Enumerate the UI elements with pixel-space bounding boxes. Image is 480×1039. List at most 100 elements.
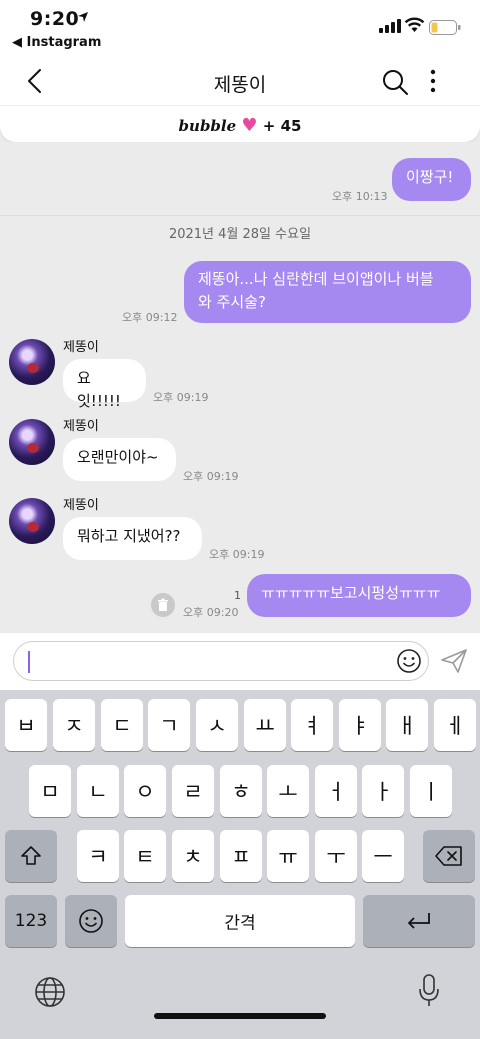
key[interactable]: ㄷ (101, 699, 143, 751)
battery-icon (429, 20, 461, 35)
location-arrow-icon (78, 12, 88, 22)
more-options-icon[interactable] (429, 68, 437, 94)
message-text: 뭐하고 지냈어?? (77, 527, 181, 545)
sender-name: 제똥이 (63, 340, 99, 355)
trash-icon[interactable] (151, 593, 175, 617)
key-label: ㅁ (40, 780, 60, 804)
key[interactable]: ㅔ (434, 699, 476, 751)
send-icon[interactable] (440, 648, 468, 674)
message-input[interactable] (13, 641, 429, 681)
microphone-icon[interactable] (418, 974, 440, 1008)
avatar[interactable] (9, 419, 55, 465)
home-indicator (154, 1013, 326, 1019)
key[interactable]: ㅏ (362, 765, 404, 817)
key-label: ㅊ (183, 845, 203, 869)
status-bar: 9:20 ◀ Instagram (0, 0, 480, 58)
key-label: ㅛ (255, 714, 275, 738)
return-key[interactable] (363, 895, 475, 947)
key[interactable]: ㅗ (267, 765, 309, 817)
key[interactable]: ㅎ (220, 765, 262, 817)
message-bubble-outgoing[interactable]: 이짱구! (392, 158, 471, 201)
key-label: ㅑ (350, 714, 370, 738)
key-label: ㅠ (278, 845, 298, 869)
key-label: ㅜ (326, 845, 346, 869)
key[interactable]: ㅐ (386, 699, 428, 751)
cellular-signal-icon (379, 19, 401, 33)
key[interactable]: ㅕ (291, 699, 333, 751)
message-bubble-outgoing[interactable]: 제똥아...나 심란한데 브이앱이나 버블 와 주시술? (184, 261, 471, 323)
message-time: 오후 09:19 (209, 548, 265, 561)
shift-key[interactable] (5, 830, 57, 882)
key[interactable]: ㄴ (77, 765, 119, 817)
key[interactable]: ㄹ (172, 765, 214, 817)
numbers-key[interactable]: 123 (5, 895, 57, 947)
message-time: 오후 09:12 (122, 311, 178, 324)
heart-icon: ♥ (241, 115, 258, 136)
key-label: ㅡ (373, 845, 393, 869)
message-bubble-incoming[interactable]: 뭐하고 지냈어?? (63, 517, 202, 560)
message-list[interactable]: 오후 10:13 이짱구! 2021년 4월 28일 수요일 오후 09:12 … (0, 142, 480, 633)
clock: 9:20 (30, 8, 80, 30)
message-time: 오후 09:19 (153, 391, 209, 404)
emoji-key[interactable] (65, 895, 117, 947)
message-text: ㅠㅠㅠㅠㅠ보고시펑성ㅠㅠㅠ (261, 584, 441, 602)
key[interactable]: ㄱ (148, 699, 190, 751)
return-icon (408, 913, 430, 929)
avatar[interactable] (9, 339, 55, 385)
divider (0, 215, 480, 216)
emoji-icon (79, 909, 103, 933)
message-bubble-outgoing[interactable]: ㅠㅠㅠㅠㅠ보고시펑성ㅠㅠㅠ (247, 574, 471, 617)
key-label: ㅕ (302, 714, 322, 738)
key[interactable]: ㅂ (5, 699, 47, 751)
key-label: ㄴ (88, 780, 108, 804)
key[interactable]: ㅍ (220, 830, 262, 882)
key[interactable]: ㅓ (315, 765, 357, 817)
back-to-instagram[interactable]: ◀ Instagram (12, 35, 101, 50)
key[interactable]: ㅇ (124, 765, 166, 817)
unread-count: 1 (234, 589, 241, 602)
key[interactable]: ㅠ (267, 830, 309, 882)
emoji-icon[interactable] (396, 648, 422, 674)
message-bubble-incoming[interactable]: 오랜만이야~ (63, 438, 176, 481)
key[interactable]: ㅈ (53, 699, 95, 751)
key-label: ㄹ (183, 780, 203, 804)
bubble-brand: bubble (178, 117, 237, 135)
key-label: ㅋ (88, 845, 108, 869)
bubble-count: + 45 (262, 117, 302, 135)
key-label: ㅗ (278, 780, 298, 804)
message-bubble-incoming[interactable]: 요잇!!!!! (63, 359, 146, 410)
key[interactable]: ㅊ (172, 830, 214, 882)
message-time: 오후 09:20 (183, 606, 239, 619)
key[interactable]: ㅑ (339, 699, 381, 751)
key-label: ㅎ (231, 780, 251, 804)
text-caret (28, 651, 30, 673)
sender-name: 제똥이 (63, 419, 99, 434)
message-time: 오후 10:13 (332, 190, 388, 203)
key[interactable]: ㅡ (362, 830, 404, 882)
wifi-icon (404, 17, 425, 32)
key-label: ㅌ (135, 845, 155, 869)
key[interactable]: ㅋ (77, 830, 119, 882)
chat-header: 제똥이 (0, 58, 480, 106)
search-icon[interactable] (381, 68, 409, 96)
backspace-key[interactable] (423, 830, 475, 882)
key[interactable]: ㅣ (410, 765, 452, 817)
key[interactable]: ㅅ (196, 699, 238, 751)
globe-icon[interactable] (34, 976, 66, 1008)
date-separator: 2021년 4월 28일 수요일 (168, 227, 312, 242)
bubble-banner[interactable]: bubble ♥ + 45 (0, 106, 480, 142)
key-label: ㅏ (373, 780, 393, 804)
key[interactable]: ㅜ (315, 830, 357, 882)
space-key[interactable]: 간격 (125, 895, 355, 947)
message-time: 오후 09:19 (183, 470, 239, 483)
key-label: ㅂ (16, 714, 36, 738)
avatar[interactable] (9, 498, 55, 544)
message-text: 요잇!!!!! (77, 369, 121, 410)
shift-icon (21, 846, 41, 865)
key[interactable]: ㅁ (29, 765, 71, 817)
key[interactable]: ㅌ (124, 830, 166, 882)
backspace-icon (435, 846, 462, 866)
key-label: ㄱ (159, 714, 179, 738)
message-text: 이짱구! (406, 168, 454, 186)
key[interactable]: ㅛ (244, 699, 286, 751)
